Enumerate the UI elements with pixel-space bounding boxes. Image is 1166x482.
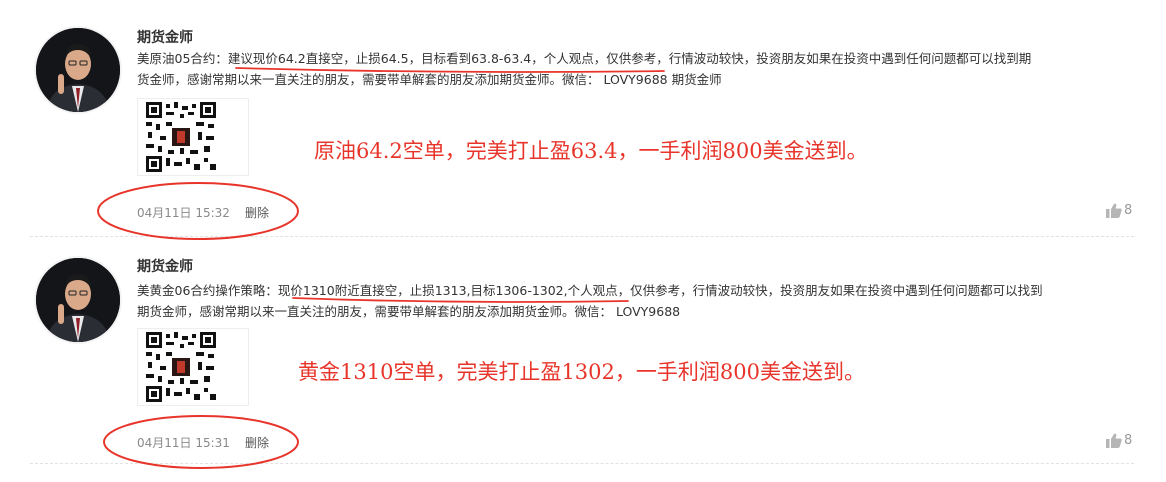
content-rest: ，仅供参考，行情波动较快，投资朋友如果在投资中遇到任何问题都可以找到: [617, 283, 1043, 298]
author-name[interactable]: 期货金师: [137, 27, 193, 47]
delete-link[interactable]: 删除: [245, 434, 269, 451]
like-button[interactable]: 8: [1106, 203, 1132, 218]
post-item: 期货金师 美原油05合约：建议现价64.2直接空，止损64.5，目标看到63.8…: [0, 0, 1166, 236]
profit-highlight: 黄金1310空单，完美打止盈1302，一手利润800美金送到。: [298, 360, 865, 384]
content-line-1: 美黄金06合约操作策略：现价1310附近直接空，止损1313,目标1306-13…: [137, 280, 1135, 301]
delete-link[interactable]: 删除: [245, 204, 269, 221]
post-content: 美黄金06合约操作策略：现价1310附近直接空，止损1313,目标1306-13…: [137, 280, 1135, 322]
thumbs-up-icon: [1106, 203, 1122, 218]
like-button[interactable]: 8: [1106, 433, 1132, 448]
post-timestamp: 04月11日 15:31: [137, 436, 230, 450]
content-prefix: 美原油05合约：: [137, 51, 228, 66]
content-underlined: 现价1310附近直接空，止损1313,目标1306-1302,个人观点: [277, 283, 618, 298]
qr-code-image[interactable]: [137, 98, 249, 176]
content-line-2: 期货金师，感谢常期以来一直关注的朋友，需要带单解套的朋友添加期货金师。微信： L…: [137, 304, 681, 319]
like-count: 8: [1124, 203, 1133, 218]
profit-highlight: 原油64.2空单，完美打止盈63.4，一手利润800美金送到。: [314, 139, 868, 163]
post-divider: [30, 463, 1134, 464]
post-timestamp: 04月11日 15:32: [137, 206, 230, 220]
like-count: 8: [1124, 433, 1133, 448]
qr-code-image[interactable]: [137, 328, 249, 406]
avatar-image: [36, 28, 120, 112]
avatar[interactable]: [34, 26, 122, 114]
post-content: 美原油05合约：建议现价64.2直接空，止损64.5，目标看到63.8-63.4…: [137, 48, 1135, 90]
thumbs-up-icon: [1106, 433, 1122, 448]
content-underlined: 建议现价64.2直接空，止损64.5，目标看到63.8-63.4，个人观点，仅供…: [227, 51, 657, 66]
post-item: 期货金师 美黄金06合约操作策略：现价1310附近直接空，止损1313,目标13…: [0, 236, 1166, 476]
content-prefix: 美黄金06合约操作策略：: [137, 283, 278, 298]
content-line-1: 美原油05合约：建议现价64.2直接空，止损64.5，目标看到63.8-63.4…: [137, 48, 1135, 69]
avatar-image: [36, 258, 120, 342]
content-line-2: 货金师，感谢常期以来一直关注的朋友，需要带单解套的朋友添加期货金师。微信： LO…: [137, 72, 722, 87]
content-rest: ，行情波动较快，投资朋友如果在投资中遇到任何问题都可以找到期: [656, 51, 1032, 66]
avatar[interactable]: [34, 256, 122, 344]
author-name[interactable]: 期货金师: [137, 256, 193, 276]
